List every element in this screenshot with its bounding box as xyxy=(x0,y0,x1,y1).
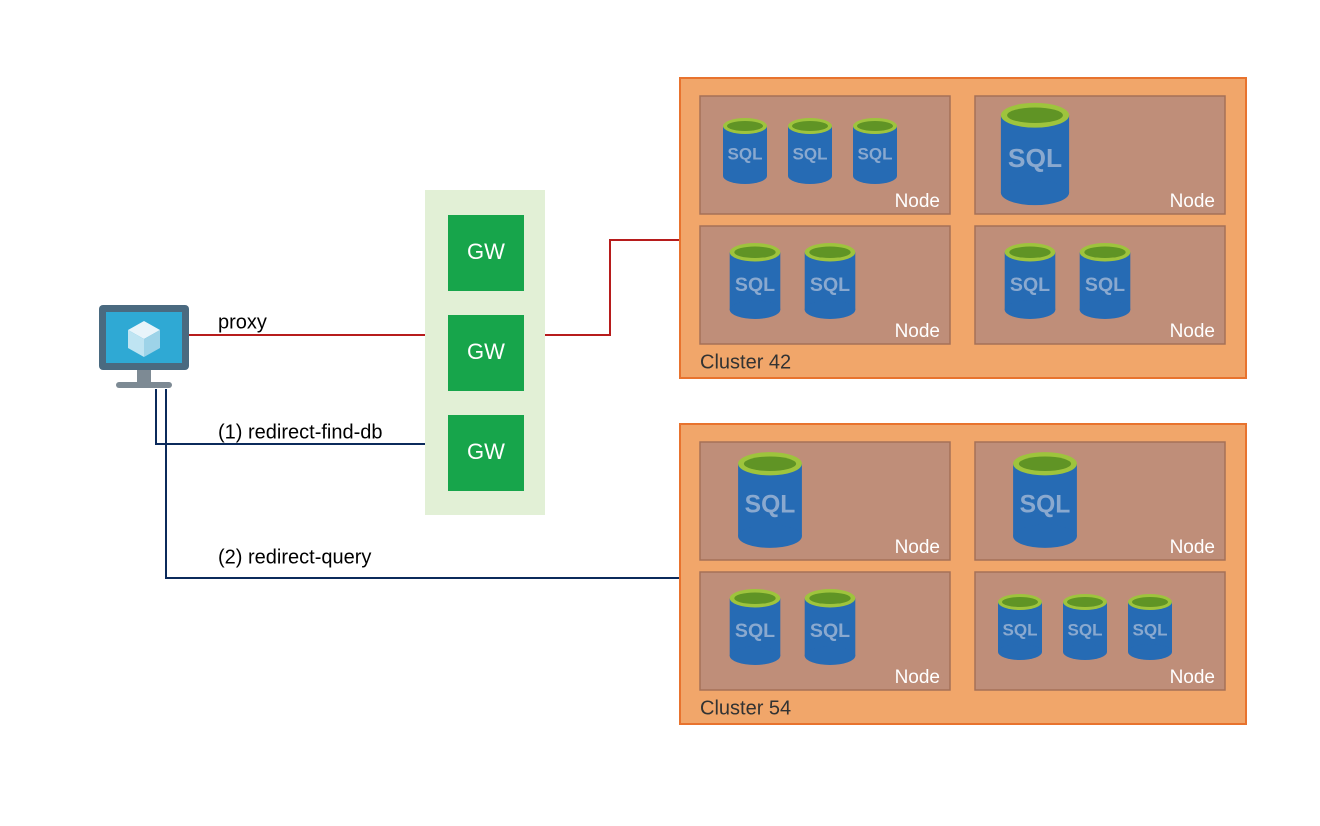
sql-db: SQL xyxy=(1080,243,1131,319)
gateway-label-1: GW xyxy=(467,239,505,264)
sql-db: SQL xyxy=(853,118,897,184)
node-label: Node xyxy=(1170,667,1215,688)
sql-label: SQL xyxy=(1020,491,1071,518)
redirect-find-label: (1) redirect-find-db xyxy=(218,421,383,443)
sql-label: SQL xyxy=(735,620,775,642)
sql-db: SQL xyxy=(730,243,781,319)
sql-label: SQL xyxy=(1133,620,1168,639)
sql-db: SQL xyxy=(1128,594,1172,660)
sql-db: SQL xyxy=(805,243,856,319)
sql-db: SQL xyxy=(1063,594,1107,660)
node-label: Node xyxy=(895,191,940,212)
architecture-diagram: proxy (1) redirect-find-db (2) redirect-qu… xyxy=(0,0,1320,826)
sql-label: SQL xyxy=(728,144,763,163)
sql-db: SQL xyxy=(998,594,1042,660)
node-label: Node xyxy=(1170,191,1215,212)
sql-db: SQL xyxy=(805,589,856,665)
sql-label: SQL xyxy=(810,620,850,642)
node-label: Node xyxy=(1170,321,1215,342)
sql-db: SQL xyxy=(1005,243,1056,319)
sql-label: SQL xyxy=(735,274,775,296)
sql-db: SQL xyxy=(1013,452,1077,548)
redirect-query-label: (2) redirect-query xyxy=(218,546,371,568)
sql-label: SQL xyxy=(1003,620,1038,639)
proxy-label: proxy xyxy=(218,311,267,333)
sql-label: SQL xyxy=(1008,143,1062,173)
sql-label: SQL xyxy=(1068,620,1103,639)
node-label: Node xyxy=(1170,537,1215,558)
sql-db: SQL xyxy=(1001,103,1069,205)
sql-label: SQL xyxy=(810,274,850,296)
node-label: Node xyxy=(895,537,940,558)
sql-db: SQL xyxy=(730,589,781,665)
node-label: Node xyxy=(895,667,940,688)
cluster-label-Cluster 42: Cluster 42 xyxy=(700,351,791,373)
sql-db: SQL xyxy=(738,452,802,548)
cluster-label-Cluster 54: Cluster 54 xyxy=(700,697,791,719)
gateway-label-3: GW xyxy=(467,439,505,464)
sql-db: SQL xyxy=(723,118,767,184)
sql-db: SQL xyxy=(788,118,832,184)
node-label: Node xyxy=(895,321,940,342)
sql-label: SQL xyxy=(1085,274,1125,296)
sql-label: SQL xyxy=(858,144,893,163)
client-computer-icon xyxy=(99,305,189,388)
sql-label: SQL xyxy=(745,491,796,518)
sql-label: SQL xyxy=(1010,274,1050,296)
sql-label: SQL xyxy=(793,144,828,163)
gateway-label-2: GW xyxy=(467,339,505,364)
